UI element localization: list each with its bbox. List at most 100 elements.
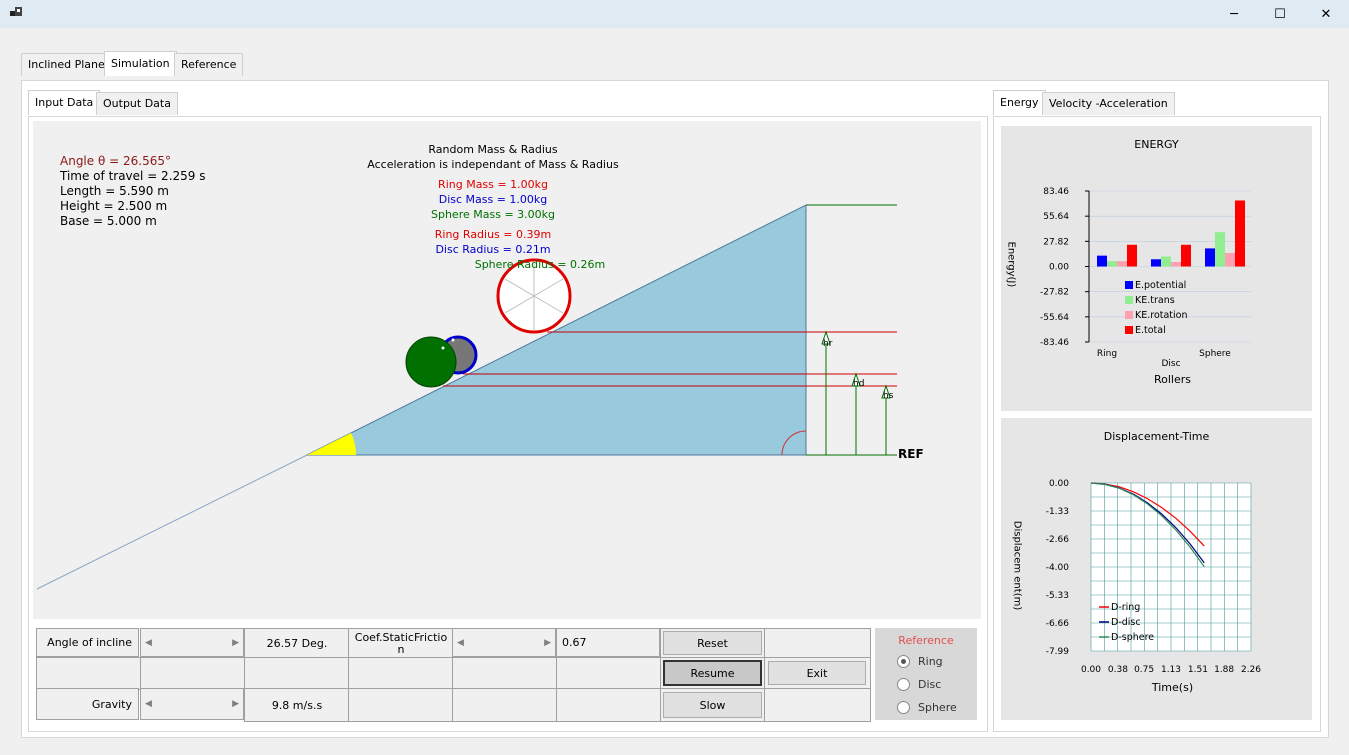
tab-output-data[interactable]: Output Data <box>96 92 178 115</box>
gravity-slider-left-arrow[interactable]: ◀ <box>145 699 152 709</box>
radio-ring-label: Ring <box>918 655 943 668</box>
radio-sphere-label: Sphere <box>918 701 957 714</box>
disp-ytick-label: -6.66 <box>1046 619 1070 629</box>
tab-inclined-plane[interactable]: Inclined Plane <box>21 53 112 76</box>
ref-label: REF <box>898 447 924 461</box>
empty-cell-11 <box>764 688 871 722</box>
tab-simulation[interactable]: Simulation <box>104 51 177 76</box>
radio-sphere[interactable]: Sphere <box>897 701 957 714</box>
empty-cell-1 <box>764 628 871 659</box>
gravity-label: Gravity <box>36 688 139 720</box>
disp-xtick-label: 1.51 <box>1188 665 1208 675</box>
energy-legend-swatch <box>1125 296 1133 304</box>
angle-label: Angle of incline <box>36 628 139 657</box>
empty-cell-8 <box>348 688 454 722</box>
disp-ytick-label: -7.99 <box>1046 647 1070 657</box>
empty-cell-7 <box>556 657 662 690</box>
energy-bar <box>1097 255 1107 267</box>
disp-legend-label: D-disc <box>1111 617 1141 628</box>
disp-ytick-label: 0.00 <box>1049 479 1069 489</box>
simulation-canvas: Angle θ = 26.565° Time of travel = 2.259… <box>33 121 981 619</box>
empty-cell-6 <box>452 657 558 690</box>
minimize-button[interactable]: ─ <box>1211 0 1257 28</box>
disp-xtick-label: 1.13 <box>1161 665 1181 675</box>
displacement-chart-plot: 0.00 -1.33 -2.66 -4.00 -5.33 -6.66 -7.99 0.00 0.… <box>1046 479 1262 675</box>
radio-sphere-dot[interactable] <box>897 701 910 714</box>
friction-value: 0.67 <box>556 628 660 657</box>
sphere-radius-text: Sphere Radius = 0.26m <box>474 258 606 271</box>
angle-value: 26.57 Deg. <box>244 628 350 659</box>
energy-ytick-label: -83.46 <box>1040 338 1069 348</box>
empty-cell-9 <box>452 688 558 722</box>
energy-legend-label: E.total <box>1135 325 1166 336</box>
energy-chart: ENERGY Rollers Energy(J) 83.46 55.64 27.82… <box>1001 126 1312 411</box>
energy-category-label: Ring <box>1097 349 1117 359</box>
energy-legend-label: KE.trans <box>1135 295 1175 306</box>
energy-chart-plot: 83.46 55.64 27.82 0.00 -27.82 -55.64 -83.46 Rin… <box>1040 187 1251 369</box>
radio-ring-dot[interactable] <box>897 655 910 668</box>
disp-ytick-label: -4.00 <box>1046 563 1070 573</box>
tab-energy[interactable]: Energy <box>993 90 1046 115</box>
disp-xtick-label: 0.00 <box>1081 665 1101 675</box>
friction-label: Coef.StaticFrictio n <box>348 628 454 659</box>
energy-bar <box>1107 261 1117 267</box>
radio-disc[interactable]: Disc <box>897 678 941 691</box>
maximize-button[interactable]: ☐ <box>1257 0 1303 28</box>
energy-bar <box>1127 244 1137 267</box>
reference-title: Reference <box>898 634 954 647</box>
resume-button[interactable]: Resume <box>663 660 762 686</box>
energy-ytick-label: 27.82 <box>1043 237 1069 247</box>
reference-group: Reference Ring Disc Sphere <box>875 628 977 720</box>
tab-reference[interactable]: Reference <box>174 53 244 76</box>
radio-disc-dot[interactable] <box>897 678 910 691</box>
control-table: Angle of incline ◀ ▶ 26.57 Deg. Coef.Sta… <box>36 628 871 722</box>
incline-triangle <box>306 204 807 456</box>
app-icon <box>10 7 22 16</box>
friction-slider-left-arrow[interactable]: ◀ <box>457 638 464 648</box>
energy-legend-label: KE.rotation <box>1135 310 1188 321</box>
angle-slider-right-arrow[interactable]: ▶ <box>232 638 239 648</box>
energy-bar <box>1181 244 1191 267</box>
energy-category-label: Sphere <box>1199 349 1231 359</box>
energy-bar <box>1161 256 1171 267</box>
radio-disc-label: Disc <box>918 678 942 691</box>
exit-button[interactable]: Exit <box>768 661 866 685</box>
empty-cell-3 <box>140 657 246 690</box>
gravity-slider-right-arrow[interactable]: ▶ <box>232 699 239 709</box>
energy-ytick-label: 55.64 <box>1043 212 1069 222</box>
energy-legend-label: E.potential <box>1135 280 1186 291</box>
energy-legend-swatch <box>1125 311 1133 319</box>
empty-cell-5 <box>348 657 454 690</box>
incline-extension-line <box>36 454 308 590</box>
angle-slider-left-arrow[interactable]: ◀ <box>145 638 152 648</box>
empty-cell-2 <box>36 657 142 690</box>
disp-legend-label: D-sphere <box>1111 632 1154 643</box>
gravity-slider[interactable]: ◀ ▶ <box>140 688 244 720</box>
radio-ring[interactable]: Ring <box>897 655 943 668</box>
slow-button[interactable]: Slow <box>663 692 762 718</box>
friction-slider[interactable]: ◀ ▶ <box>452 628 556 657</box>
energy-bar <box>1215 232 1225 267</box>
gravity-value: 9.8 m/s.s <box>244 688 350 722</box>
tab-velocity-acceleration[interactable]: Velocity -Acceleration <box>1042 92 1175 115</box>
tab-input-data[interactable]: Input Data <box>28 90 101 115</box>
title-bar: ─ ☐ ✕ <box>0 0 1349 28</box>
sphere-roller <box>405 336 457 388</box>
energy-ytick-label: -27.82 <box>1040 288 1069 298</box>
disc-marker <box>451 338 455 342</box>
energy-bar <box>1235 200 1245 267</box>
energy-category-label: Disc <box>1161 359 1180 369</box>
angle-slider[interactable]: ◀ ▶ <box>140 628 244 657</box>
energy-bar <box>1225 252 1235 267</box>
disp-xtick-label: 0.38 <box>1108 665 1128 675</box>
energy-bar <box>1117 261 1127 267</box>
disp-ytick-label: -1.33 <box>1046 507 1069 517</box>
angle-wedge <box>307 433 357 455</box>
friction-slider-right-arrow[interactable]: ▶ <box>544 638 551 648</box>
reset-button[interactable]: Reset <box>663 631 762 655</box>
energy-legend-swatch <box>1125 326 1133 334</box>
empty-cell-4 <box>244 657 350 690</box>
empty-cell-10 <box>556 688 662 722</box>
energy-bar <box>1171 261 1181 267</box>
close-button[interactable]: ✕ <box>1303 0 1349 28</box>
